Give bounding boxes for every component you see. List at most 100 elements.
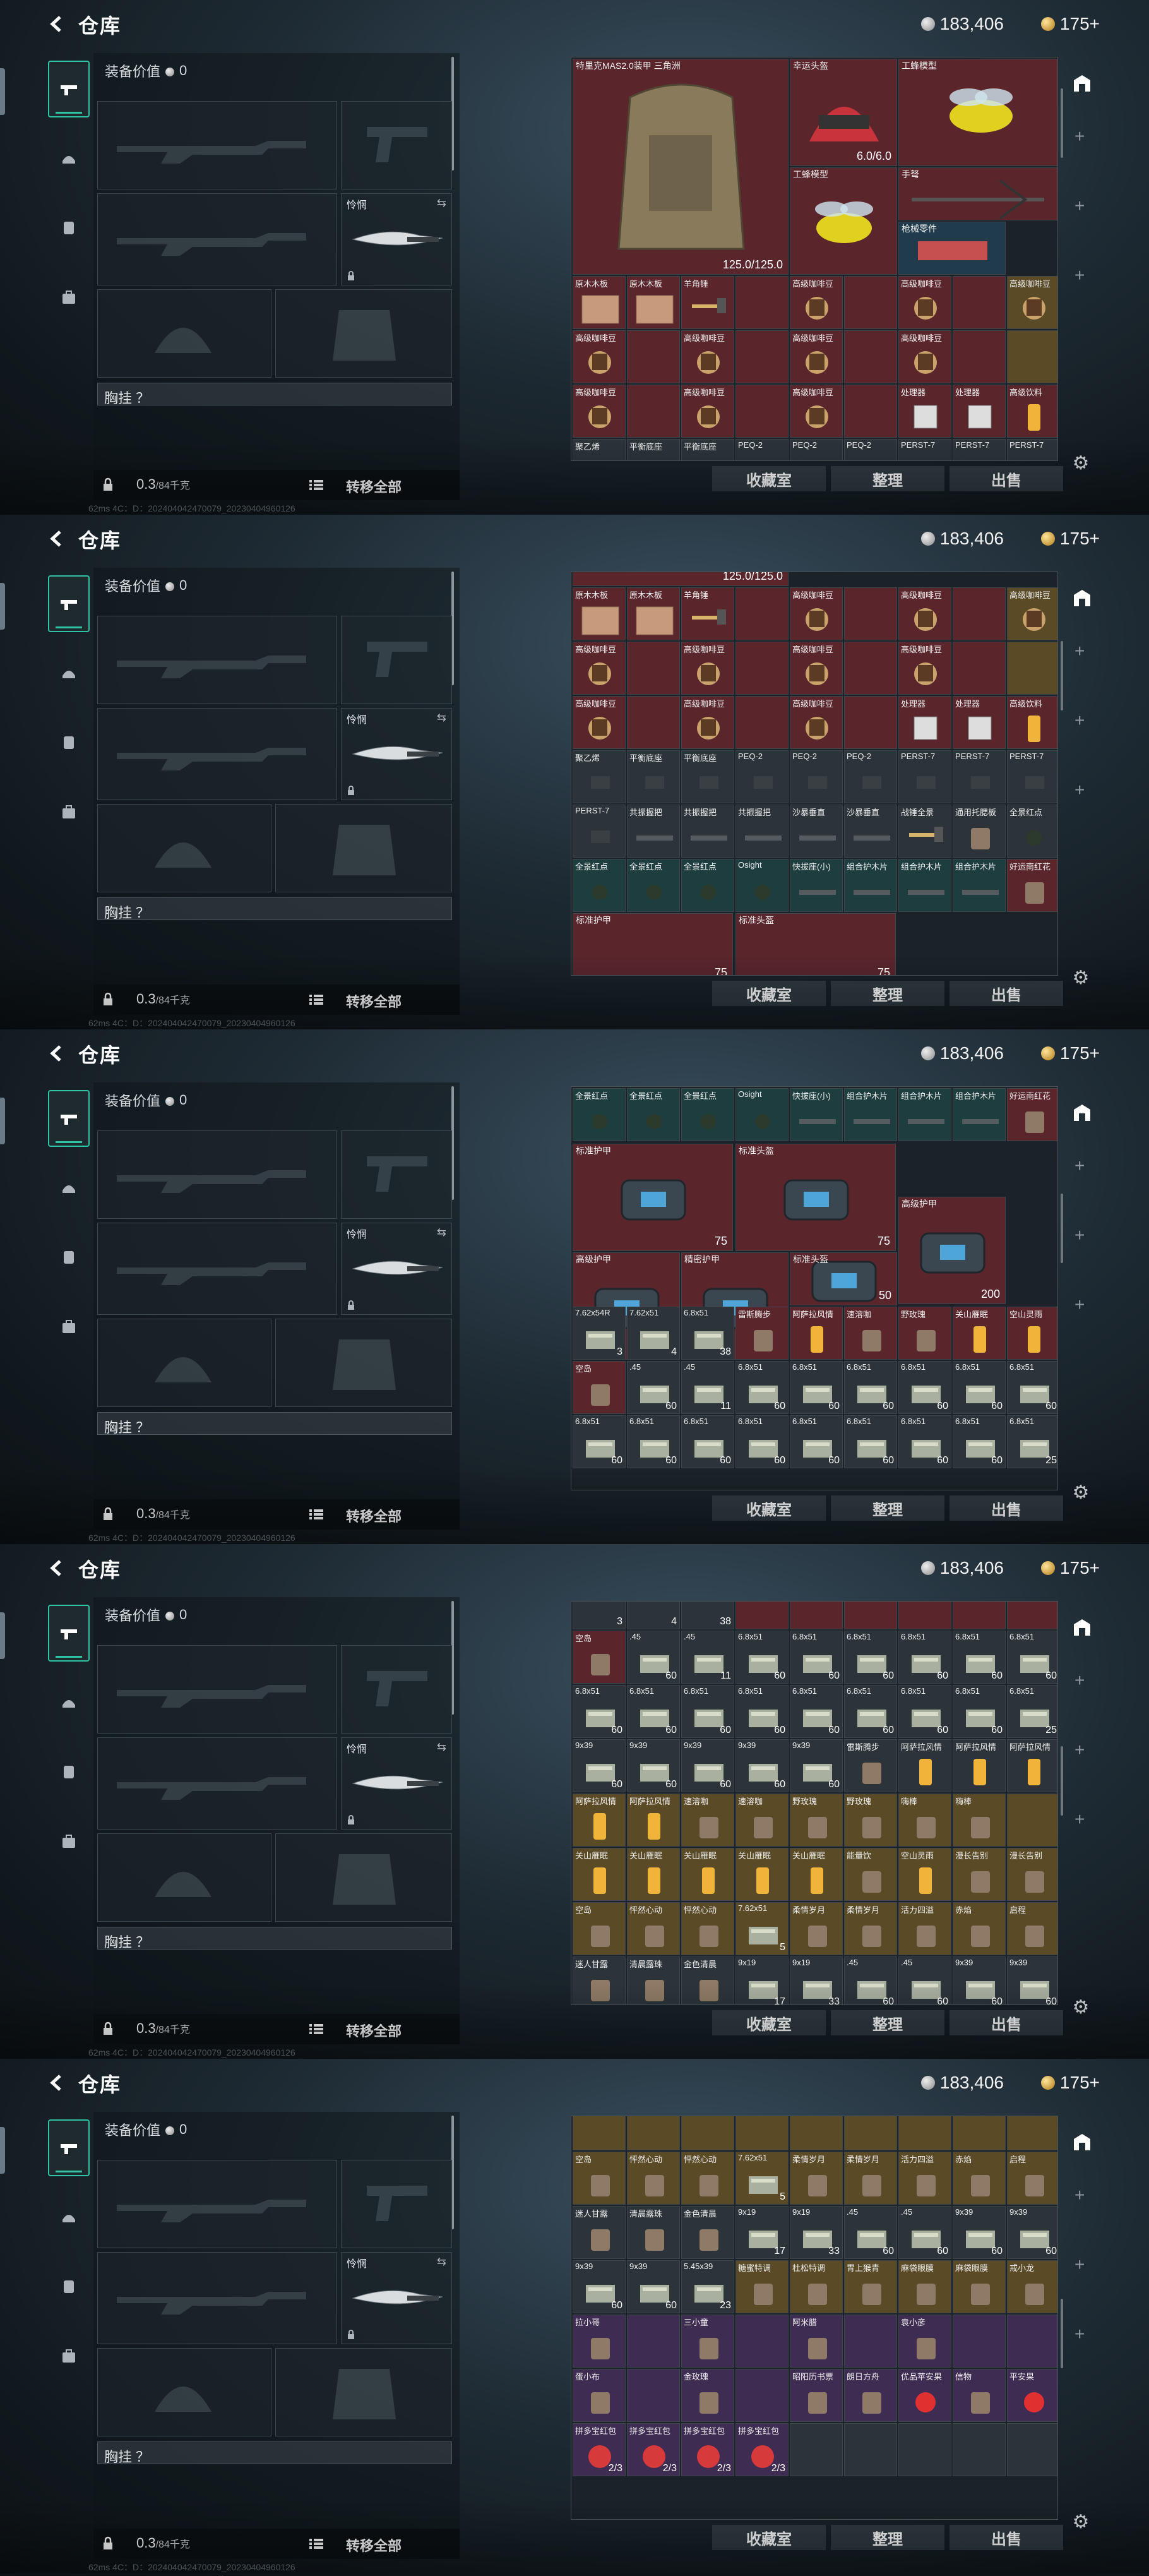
stash-item[interactable]: 平衡底座 (627, 439, 680, 460)
stash-item[interactable] (844, 696, 897, 749)
stash-item[interactable] (1007, 2423, 1057, 2476)
stash-item[interactable]: 高级咖啡豆 (898, 276, 951, 329)
pistol-slot[interactable] (341, 101, 452, 189)
stash-item[interactable]: 快拔座(小) (790, 1088, 843, 1141)
stash-item[interactable]: 聚乙烯 (573, 750, 626, 803)
rail-helmet[interactable] (48, 645, 90, 702)
stash-item[interactable]: .45 11 (681, 1361, 734, 1414)
stash-item[interactable]: 高级咖啡豆 (573, 696, 626, 749)
stash-item[interactable]: 原木木板 (573, 276, 626, 329)
stash-item[interactable] (953, 1602, 1006, 1629)
stash-item[interactable] (735, 276, 789, 329)
stash-item[interactable]: 6.8x51 60 (627, 1685, 680, 1738)
stash-item[interactable]: 漫长告别 (953, 1848, 1006, 1901)
stash-item[interactable]: 全景红点 (627, 1088, 680, 1141)
backpack-slot[interactable] (97, 1436, 452, 1499)
melee-slot[interactable]: 怜惘 ⇆ (341, 708, 452, 800)
stash-item[interactable] (627, 696, 680, 749)
collection-button[interactable]: 收藏室 (712, 466, 826, 491)
back-button[interactable] (44, 1041, 69, 1066)
transfer-all-button[interactable]: 转移全部 (346, 2020, 402, 2040)
stash-item[interactable]: 能量饮 (844, 1848, 897, 1901)
sell-button[interactable]: 出售 (950, 1495, 1063, 1521)
stash-item[interactable]: 6.8x51 60 (953, 1685, 1006, 1738)
stash-item[interactable]: 高级咖啡豆 (1007, 587, 1057, 640)
stash-item[interactable]: 6.8x51 38 (681, 1307, 734, 1360)
stash-item[interactable]: 6.8x51 60 (898, 1415, 951, 1468)
stash-item[interactable]: 柔情岁月 (790, 2152, 843, 2205)
stash-item[interactable]: 高级咖啡豆 (573, 385, 626, 438)
stash-item[interactable]: 6.8x51 60 (898, 1361, 951, 1414)
settings-gear-icon[interactable]: ⚙ (1068, 2511, 1093, 2536)
transfer-all-button[interactable]: 转移全部 (346, 476, 402, 496)
stash-item[interactable] (844, 587, 897, 640)
sell-button[interactable]: 出售 (950, 466, 1063, 491)
stash-item[interactable]: 9x39 60 (735, 1739, 789, 1792)
settings-gear-icon[interactable]: ⚙ (1068, 1996, 1093, 2022)
stash-item[interactable]: 清晨露珠 (627, 1956, 680, 2004)
add-icon[interactable]: + (1075, 710, 1085, 731)
stash-item[interactable]: 共振握把 (627, 805, 680, 858)
stash-item[interactable] (898, 1602, 951, 1629)
stash-item[interactable]: 6.8x51 60 (790, 1361, 843, 1414)
stash-item[interactable]: 速溶咖 (681, 1794, 734, 1847)
swap-icon[interactable]: ⇆ (437, 1226, 446, 1239)
stash-item[interactable]: 迷人甘露 (573, 1956, 626, 2004)
stash-item[interactable]: 处理器 (953, 696, 1006, 749)
stash-item-armor[interactable]: 标准头盔 75 (735, 1144, 896, 1251)
stash-item-helmet[interactable]: 标准头盔 75 (735, 913, 896, 975)
stash-item[interactable]: 赤焰 (953, 2152, 1006, 2205)
sell-button[interactable]: 出售 (950, 2525, 1063, 2550)
stash-item[interactable]: 6.8x51 60 (1007, 1631, 1057, 1684)
stash-item[interactable]: 空山灵雨 (1007, 1307, 1057, 1360)
stash-scrollbar[interactable] (1061, 1194, 1063, 1263)
stash-item[interactable]: 平衡底座 (681, 439, 734, 460)
settings-gear-icon[interactable]: ⚙ (1068, 452, 1093, 477)
chest-rig-slot[interactable]: 胸挂 ？ (97, 2441, 452, 2465)
stash-item[interactable]: 活力四溢 (898, 1902, 951, 1955)
edge-handle[interactable] (0, 1612, 5, 1659)
stash-item[interactable]: 9x39 60 (681, 1739, 734, 1792)
stash-item[interactable]: 9x19 33 (790, 1956, 843, 2004)
stash-item[interactable]: 速溶咖 (735, 1794, 789, 1847)
stash-item[interactable]: 9x39 60 (573, 2260, 626, 2313)
stash-item[interactable]: 6.8x51 60 (573, 1415, 626, 1468)
stash-item[interactable]: 清晨露珠 (627, 2206, 680, 2259)
stash-item-armor[interactable]: 125.0/125.0 (573, 572, 789, 586)
stash-item[interactable]: 启程 (1007, 1902, 1057, 1955)
rail-backpack[interactable] (48, 269, 90, 326)
stash-item-armor[interactable]: 标准护甲 75 (573, 913, 733, 975)
stash-item[interactable]: 羊角锤 (681, 276, 734, 329)
stash-item[interactable]: 拼多宝红包 2/3 (573, 2423, 626, 2476)
stash-item[interactable]: 关山雁眠 (627, 1848, 680, 1901)
pistol-slot[interactable] (341, 616, 452, 704)
stash-item[interactable]: 沙暴垂直 (790, 805, 843, 858)
stash-item[interactable]: 柔情岁月 (844, 1902, 897, 1955)
stash-item[interactable]: PEQ-2 (844, 439, 897, 460)
stash-item[interactable]: 信物 (953, 2369, 1006, 2422)
stash-item[interactable] (953, 276, 1006, 329)
helmet-slot[interactable] (97, 289, 271, 378)
sell-button[interactable]: 出售 (950, 981, 1063, 1006)
stash-item[interactable]: 麻袋眼膜 (953, 2260, 1006, 2313)
stash-item[interactable] (735, 696, 789, 749)
helmet-slot[interactable] (97, 804, 271, 892)
stash-item[interactable] (844, 2423, 897, 2476)
stash-item[interactable]: 糖蜜特调 (735, 2260, 789, 2313)
stash-item[interactable]: 全景红点 (573, 859, 626, 912)
swap-icon[interactable]: ⇆ (437, 711, 446, 724)
stash-item[interactable]: 赤焰 (953, 1902, 1006, 1955)
stash-item[interactable]: 拼多宝红包 2/3 (627, 2423, 680, 2476)
stash-item[interactable]: 嗨棒 (898, 1794, 951, 1847)
stash-item[interactable]: Osight (735, 859, 789, 912)
stash-item[interactable]: PERST-7 (1007, 750, 1057, 803)
stash-item[interactable]: PEQ-2 (790, 439, 843, 460)
stash-item[interactable]: 6.8x51 60 (844, 1415, 897, 1468)
rail-backpack[interactable] (48, 1813, 90, 1870)
stash-item[interactable]: 金玫瑰 (681, 2369, 734, 2422)
stash-item[interactable]: 三小童 (681, 2315, 734, 2368)
stash-item[interactable]: 野玫瑰 (790, 1794, 843, 1847)
stash-item[interactable]: .45 60 (844, 2206, 897, 2259)
swap-icon[interactable]: ⇆ (437, 2255, 446, 2268)
stash-item[interactable]: 处理器 (898, 696, 951, 749)
